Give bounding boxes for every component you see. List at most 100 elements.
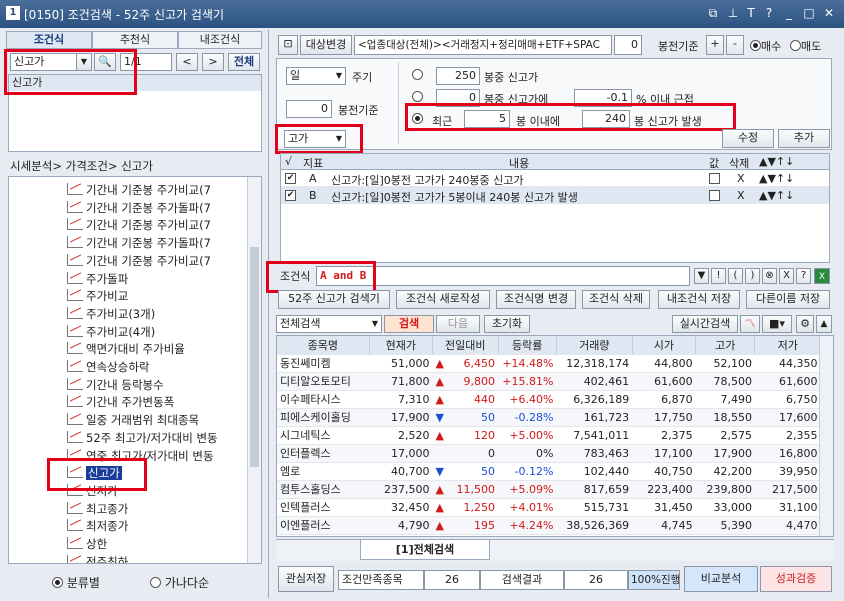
action-button[interactable]: 조건식 새로작성 <box>396 290 490 309</box>
target-icon[interactable]: ⊡ <box>278 35 298 55</box>
tree-item[interactable]: 최고종가 <box>67 500 128 518</box>
radio-buy[interactable]: 매수 <box>750 38 781 54</box>
tree-item[interactable]: 연속상승하락 <box>67 358 149 376</box>
delete-button[interactable]: X <box>737 172 745 185</box>
table-row[interactable]: 인텍플러스 32,450 ▲ 1,250 +4.01% 515,731 31,450 33,0… <box>277 498 821 517</box>
prev-button[interactable]: < <box>176 53 198 71</box>
save-favorite-button[interactable]: 관심저장 <box>278 566 334 592</box>
all-button[interactable]: 전체 <box>228 53 260 71</box>
column-header[interactable]: 등락률 <box>498 336 557 355</box>
search-button[interactable]: 검색 <box>384 315 434 333</box>
tab-my-condition[interactable]: 내조건식 <box>178 31 262 49</box>
excel-icon[interactable]: X <box>814 268 830 284</box>
add-button[interactable]: 추가 <box>778 129 830 148</box>
formula-op-button[interactable]: ▼ <box>694 268 709 284</box>
tree-item[interactable]: 52주 최고가/저가대비 변동 <box>67 429 218 447</box>
radio-alphabetical[interactable]: 가나다순 <box>150 574 209 591</box>
action-button[interactable]: 조건식 삭제 <box>582 290 650 309</box>
tree-item[interactable]: 기간내 기준봉 주가비교(7 <box>67 181 211 199</box>
radio-r1[interactable] <box>412 69 423 82</box>
table-row[interactable]: 컴투스홀딩스 237,500 ▲ 11,500 +5.09% 817,659 223,400… <box>277 480 821 499</box>
tree-item[interactable]: 상한 <box>67 535 107 553</box>
delete-button[interactable]: X <box>737 189 745 202</box>
table-row[interactable]: 디티알오토모티 71,800 ▲ 9,800 +15.81% 402,461 61,600 7… <box>277 372 821 391</box>
tree-item[interactable]: 주가비교 <box>67 287 128 305</box>
scope-select[interactable]: 전체검색 ▼ <box>276 315 382 333</box>
action-button[interactable]: 조건식명 변경 <box>496 290 576 309</box>
tree-item[interactable]: 기간내 기준봉 주가돌파(7 <box>67 234 211 252</box>
value-checkbox[interactable] <box>709 190 720 201</box>
compare-button[interactable]: 비교분석 <box>684 566 758 592</box>
plus-button[interactable]: + <box>706 35 724 55</box>
pin-icon[interactable]: ⊥ <box>726 6 740 20</box>
value-checkbox[interactable] <box>709 173 720 184</box>
tab-condition[interactable]: 조건식 <box>6 31 92 49</box>
next-button[interactable]: > <box>202 53 224 71</box>
column-header[interactable]: 종목명 <box>277 336 370 355</box>
tree-item[interactable]: 액면가대비 주가비율 <box>67 340 185 358</box>
period-select[interactable]: 일 ▼ <box>286 67 346 85</box>
tree-item[interactable]: 기간내 기준봉 주가비교(7 <box>67 252 211 270</box>
column-header[interactable]: 현재가 <box>369 336 434 355</box>
maximize-icon[interactable]: □ <box>802 6 816 20</box>
formula-op-button[interactable]: ? <box>796 268 811 284</box>
action-button[interactable]: 다른이름 저장 <box>746 290 830 309</box>
table-row[interactable]: 동진쎄미켐 51,000 ▲ 6,450 +14.48% 12,318,174 44,800… <box>277 354 821 373</box>
tree-scrollbar[interactable] <box>247 177 261 563</box>
order-arrows[interactable]: ▲▼↑↓ <box>759 189 794 202</box>
tree-item[interactable]: 주가비교(4개) <box>67 323 155 341</box>
tab-recommend[interactable]: 추천식 <box>92 31 178 49</box>
reset-button[interactable]: 초기화 <box>484 315 530 333</box>
table-row[interactable]: 인터플렉스 17,000 0 0% 783,463 17,100 17,900 16,800 <box>277 444 821 463</box>
tree-item[interactable]: 기간내 등락봉수 <box>67 376 164 394</box>
tree-item[interactable]: 기간내 기준봉 주가비교(7 <box>67 216 211 234</box>
tree-item[interactable]: 일중 거래범위 최대종목 <box>67 411 199 429</box>
formula-op-button[interactable]: ! <box>711 268 726 284</box>
table-row[interactable]: 이수페타시스 7,310 ▲ 440 +6.40% 6,326,189 6,870 7,490… <box>277 390 821 409</box>
row-checkbox[interactable]: ✔ <box>285 173 296 184</box>
column-header[interactable]: 고가 <box>695 336 756 355</box>
help-icon[interactable]: ? <box>762 6 776 20</box>
base-number[interactable]: 0 <box>614 35 642 55</box>
formula-op-button[interactable]: X <box>779 268 794 284</box>
close-icon[interactable]: ✕ <box>822 6 836 20</box>
column-header[interactable]: 시가 <box>632 336 697 355</box>
radio-by-category[interactable]: 분류별 <box>52 574 100 591</box>
column-header[interactable]: 전일대비 <box>432 336 499 355</box>
action-button[interactable]: 내조건식 저장 <box>658 290 740 309</box>
chart-icon[interactable]: 〽 <box>740 315 760 333</box>
gear-icon[interactable]: ⚙ <box>796 315 814 333</box>
tree-item[interactable]: 기간내 주가변동폭 <box>67 393 174 411</box>
collapse-icon[interactable]: ▲ <box>816 315 832 333</box>
tree-item[interactable]: 주가비교(3개) <box>67 305 155 323</box>
radio-sell[interactable]: 매도 <box>790 38 821 54</box>
action-button[interactable]: 52주 신고가 검색기 <box>278 290 390 309</box>
restore-icon[interactable]: ⧉ <box>706 6 720 20</box>
formula-op-button[interactable]: ( <box>728 268 743 284</box>
table-row[interactable]: 시그네틱스 2,520 ▲ 120 +5.00% 7,541,011 2,375 2,575 2… <box>277 426 821 445</box>
tab-all-search[interactable]: [1]전체검색 <box>360 540 490 560</box>
menu-icon[interactable]: ■▾ <box>762 315 792 333</box>
column-header[interactable]: 거래량 <box>556 336 633 355</box>
target-change-button[interactable]: 대상변경 <box>300 35 352 55</box>
formula-op-button[interactable]: ⊗ <box>762 268 777 284</box>
next-search-button[interactable]: 다음 <box>436 315 480 333</box>
font-icon[interactable]: T <box>744 6 758 20</box>
tree-item[interactable]: 주가돌파 <box>67 270 128 288</box>
r1-input[interactable]: 250 <box>436 67 480 85</box>
minus-button[interactable]: - <box>726 35 744 55</box>
modify-button[interactable]: 수정 <box>722 129 774 148</box>
indicator-row[interactable]: ✔ B 신고가:[일]0봉전 고가가 5봉이내 240봉 신고가 발생 X ▲▼↑↓ <box>281 187 829 204</box>
indicator-row[interactable]: ✔ A 신고가:[일]0봉전 고가가 240봉중 신고가 X ▲▼↑↓ <box>281 170 829 187</box>
performance-button[interactable]: 성과검증 <box>760 566 832 592</box>
realtime-button[interactable]: 실시간검색 <box>672 315 738 333</box>
tree-item[interactable]: 전주최하 <box>67 553 128 563</box>
column-header[interactable]: 저가 <box>754 336 821 355</box>
table-row[interactable]: 이엔플러스 4,790 ▲ 195 +4.24% 38,526,369 4,745 5,390… <box>277 516 821 535</box>
tree-item[interactable]: 기간내 기준봉 주가돌파(7 <box>67 199 211 217</box>
results-scrollbar[interactable] <box>819 336 833 536</box>
base2-input[interactable]: 0 <box>286 100 332 118</box>
formula-op-button[interactable]: ) <box>745 268 760 284</box>
tree-item[interactable]: 최저종가 <box>67 517 128 535</box>
minimize-icon[interactable]: _ <box>782 6 796 20</box>
